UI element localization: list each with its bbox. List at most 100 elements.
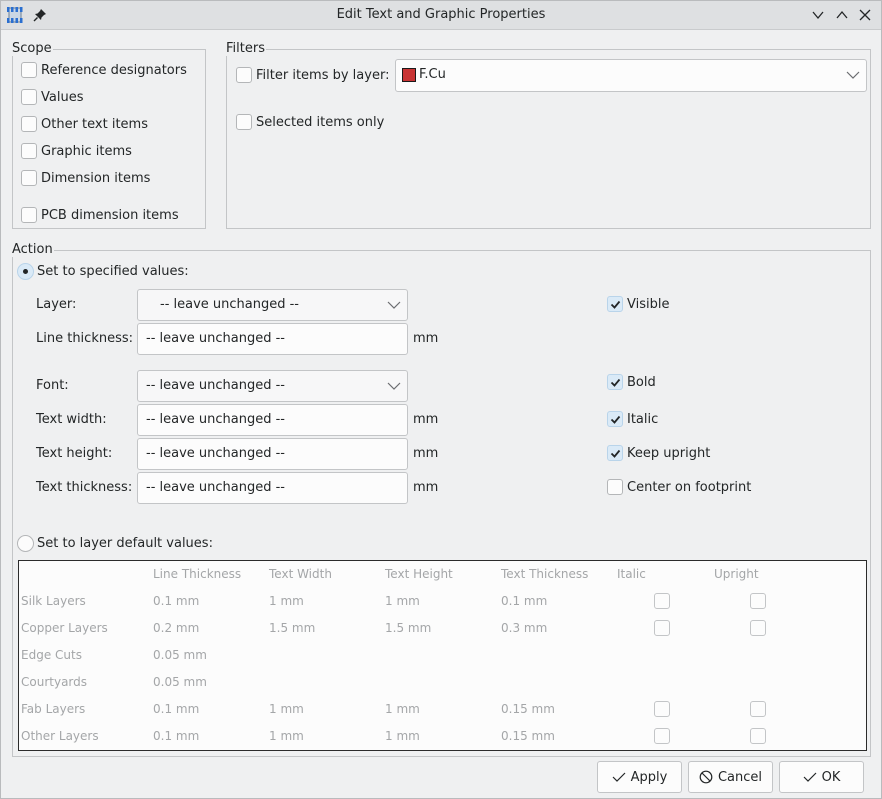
layer-combo[interactable]: -- leave unchanged -- — [137, 289, 408, 321]
checkbox-label: Visible — [627, 297, 670, 312]
text-height-input[interactable]: -- leave unchanged -- — [137, 438, 408, 470]
font-label: Font: — [36, 378, 69, 393]
table-cell: 0.15 mm — [501, 729, 555, 743]
title-bar: Edit Text and Graphic Properties — [1, 1, 881, 30]
row-header: Copper Layers — [21, 621, 108, 635]
checkbox-label: Filter items by layer: — [256, 68, 390, 83]
text-thickness-label: Text thickness: — [36, 480, 133, 495]
table-cell: 1 mm — [269, 729, 304, 743]
checkbox-label: Selected items only — [256, 115, 385, 130]
layer-combo-value: -- leave unchanged -- — [160, 297, 300, 312]
ok-button[interactable]: OK — [779, 761, 864, 793]
column-header: Text Height — [385, 567, 453, 581]
checkbox[interactable] — [21, 62, 37, 78]
scope-group-label: Scope — [12, 41, 53, 56]
minimize-icon[interactable] — [810, 7, 826, 23]
column-header: Text Thickness — [501, 567, 589, 581]
row-header: Fab Layers — [21, 702, 86, 716]
radio-label: Set to layer default values: — [37, 536, 213, 551]
table-cell: 1 mm — [385, 702, 420, 716]
column-header: Italic — [617, 567, 646, 581]
checkbox-label: PCB dimension items — [41, 208, 179, 223]
column-header: Text Width — [269, 567, 332, 581]
line-thickness-value: -- leave unchanged -- — [146, 331, 286, 346]
table-cell: 0.2 mm — [153, 621, 200, 635]
layer-filter-combo[interactable]: F.Cu — [395, 59, 867, 92]
table-cell: 0.1 mm — [153, 594, 200, 608]
checkbox[interactable] — [21, 116, 37, 132]
layer-defaults-table: Line Thickness Text Width Text Height Te… — [18, 560, 867, 751]
apply-button[interactable]: Apply — [597, 761, 682, 793]
line-thickness-label: Line thickness: — [36, 331, 134, 346]
checkbox-label: Values — [41, 90, 84, 105]
text-width-value: -- leave unchanged -- — [146, 412, 286, 427]
table-cell: 0.1 mm — [501, 594, 548, 608]
radio-button[interactable] — [17, 535, 34, 552]
table-cell: 0.3 mm — [501, 621, 548, 635]
text-thickness-input[interactable]: -- leave unchanged -- — [137, 472, 408, 504]
upright-checkbox[interactable] — [750, 701, 766, 717]
apply-button-label: Apply — [630, 769, 668, 785]
radio-label: Set to specified values: — [37, 264, 189, 279]
text-thickness-value: -- leave unchanged -- — [146, 480, 286, 495]
table-cell: 1 mm — [385, 729, 420, 743]
row-header: Edge Cuts — [21, 648, 82, 662]
table-cell: 0.05 mm — [153, 675, 207, 689]
checkbox[interactable] — [236, 67, 252, 83]
row-header: Courtyards — [21, 675, 88, 689]
close-icon[interactable] — [857, 7, 873, 23]
maximize-icon[interactable] — [834, 7, 850, 23]
checkbox[interactable] — [21, 170, 37, 186]
filters-group-label: Filters — [226, 41, 266, 56]
text-width-input[interactable]: -- leave unchanged -- — [137, 404, 408, 436]
checkbox[interactable] — [607, 411, 623, 427]
checkbox-label: Italic — [627, 412, 659, 427]
table-cell: 0.1 mm — [153, 702, 200, 716]
checkbox-label: Bold — [627, 375, 656, 390]
italic-checkbox[interactable] — [654, 701, 670, 717]
text-height-unit: mm — [413, 446, 439, 461]
row-header: Silk Layers — [21, 594, 86, 608]
table-cell: 1 mm — [385, 594, 420, 608]
italic-checkbox[interactable] — [654, 593, 670, 609]
checkbox[interactable] — [21, 89, 37, 105]
checkbox-label: Reference designators — [41, 63, 187, 78]
check-icon — [612, 771, 626, 783]
cancel-button[interactable]: Cancel — [688, 761, 773, 793]
italic-checkbox[interactable] — [654, 620, 670, 636]
checkbox-label: Dimension items — [41, 171, 151, 186]
table-cell: 1.5 mm — [385, 621, 432, 635]
text-width-label: Text width: — [36, 412, 107, 427]
checkbox[interactable] — [607, 445, 623, 461]
ok-button-label: OK — [821, 769, 841, 785]
checkbox[interactable] — [607, 479, 623, 495]
checkbox-label: Other text items — [41, 117, 148, 132]
checkbox[interactable] — [607, 374, 623, 390]
upright-checkbox[interactable] — [750, 620, 766, 636]
row-header: Other Layers — [21, 729, 99, 743]
radio-button[interactable] — [17, 263, 34, 280]
checkbox[interactable] — [21, 143, 37, 159]
text-height-label: Text height: — [36, 446, 113, 461]
dialog-window: Edit Text and Graphic Properties Scope R… — [0, 0, 882, 799]
text-thickness-unit: mm — [413, 480, 439, 495]
upright-checkbox[interactable] — [750, 728, 766, 744]
italic-checkbox[interactable] — [654, 728, 670, 744]
table-cell: 1 mm — [269, 702, 304, 716]
checkbox[interactable] — [21, 207, 37, 223]
checkbox-label: Keep upright — [627, 446, 711, 461]
chevron-down-icon — [387, 380, 401, 392]
table-cell: 0.1 mm — [153, 729, 200, 743]
cancel-icon — [699, 770, 713, 784]
cancel-button-label: Cancel — [717, 769, 763, 785]
checkbox[interactable] — [607, 296, 623, 312]
font-combo[interactable]: -- leave unchanged -- — [137, 370, 408, 402]
upright-checkbox[interactable] — [750, 593, 766, 609]
checkbox-label: Center on footprint — [627, 480, 752, 495]
layer-filter-value: F.Cu — [419, 67, 446, 82]
table-cell: 1 mm — [269, 594, 304, 608]
layer-label: Layer: — [36, 297, 77, 312]
line-thickness-input[interactable]: -- leave unchanged -- — [137, 323, 408, 355]
chevron-down-icon — [387, 299, 401, 311]
checkbox[interactable] — [236, 114, 252, 130]
